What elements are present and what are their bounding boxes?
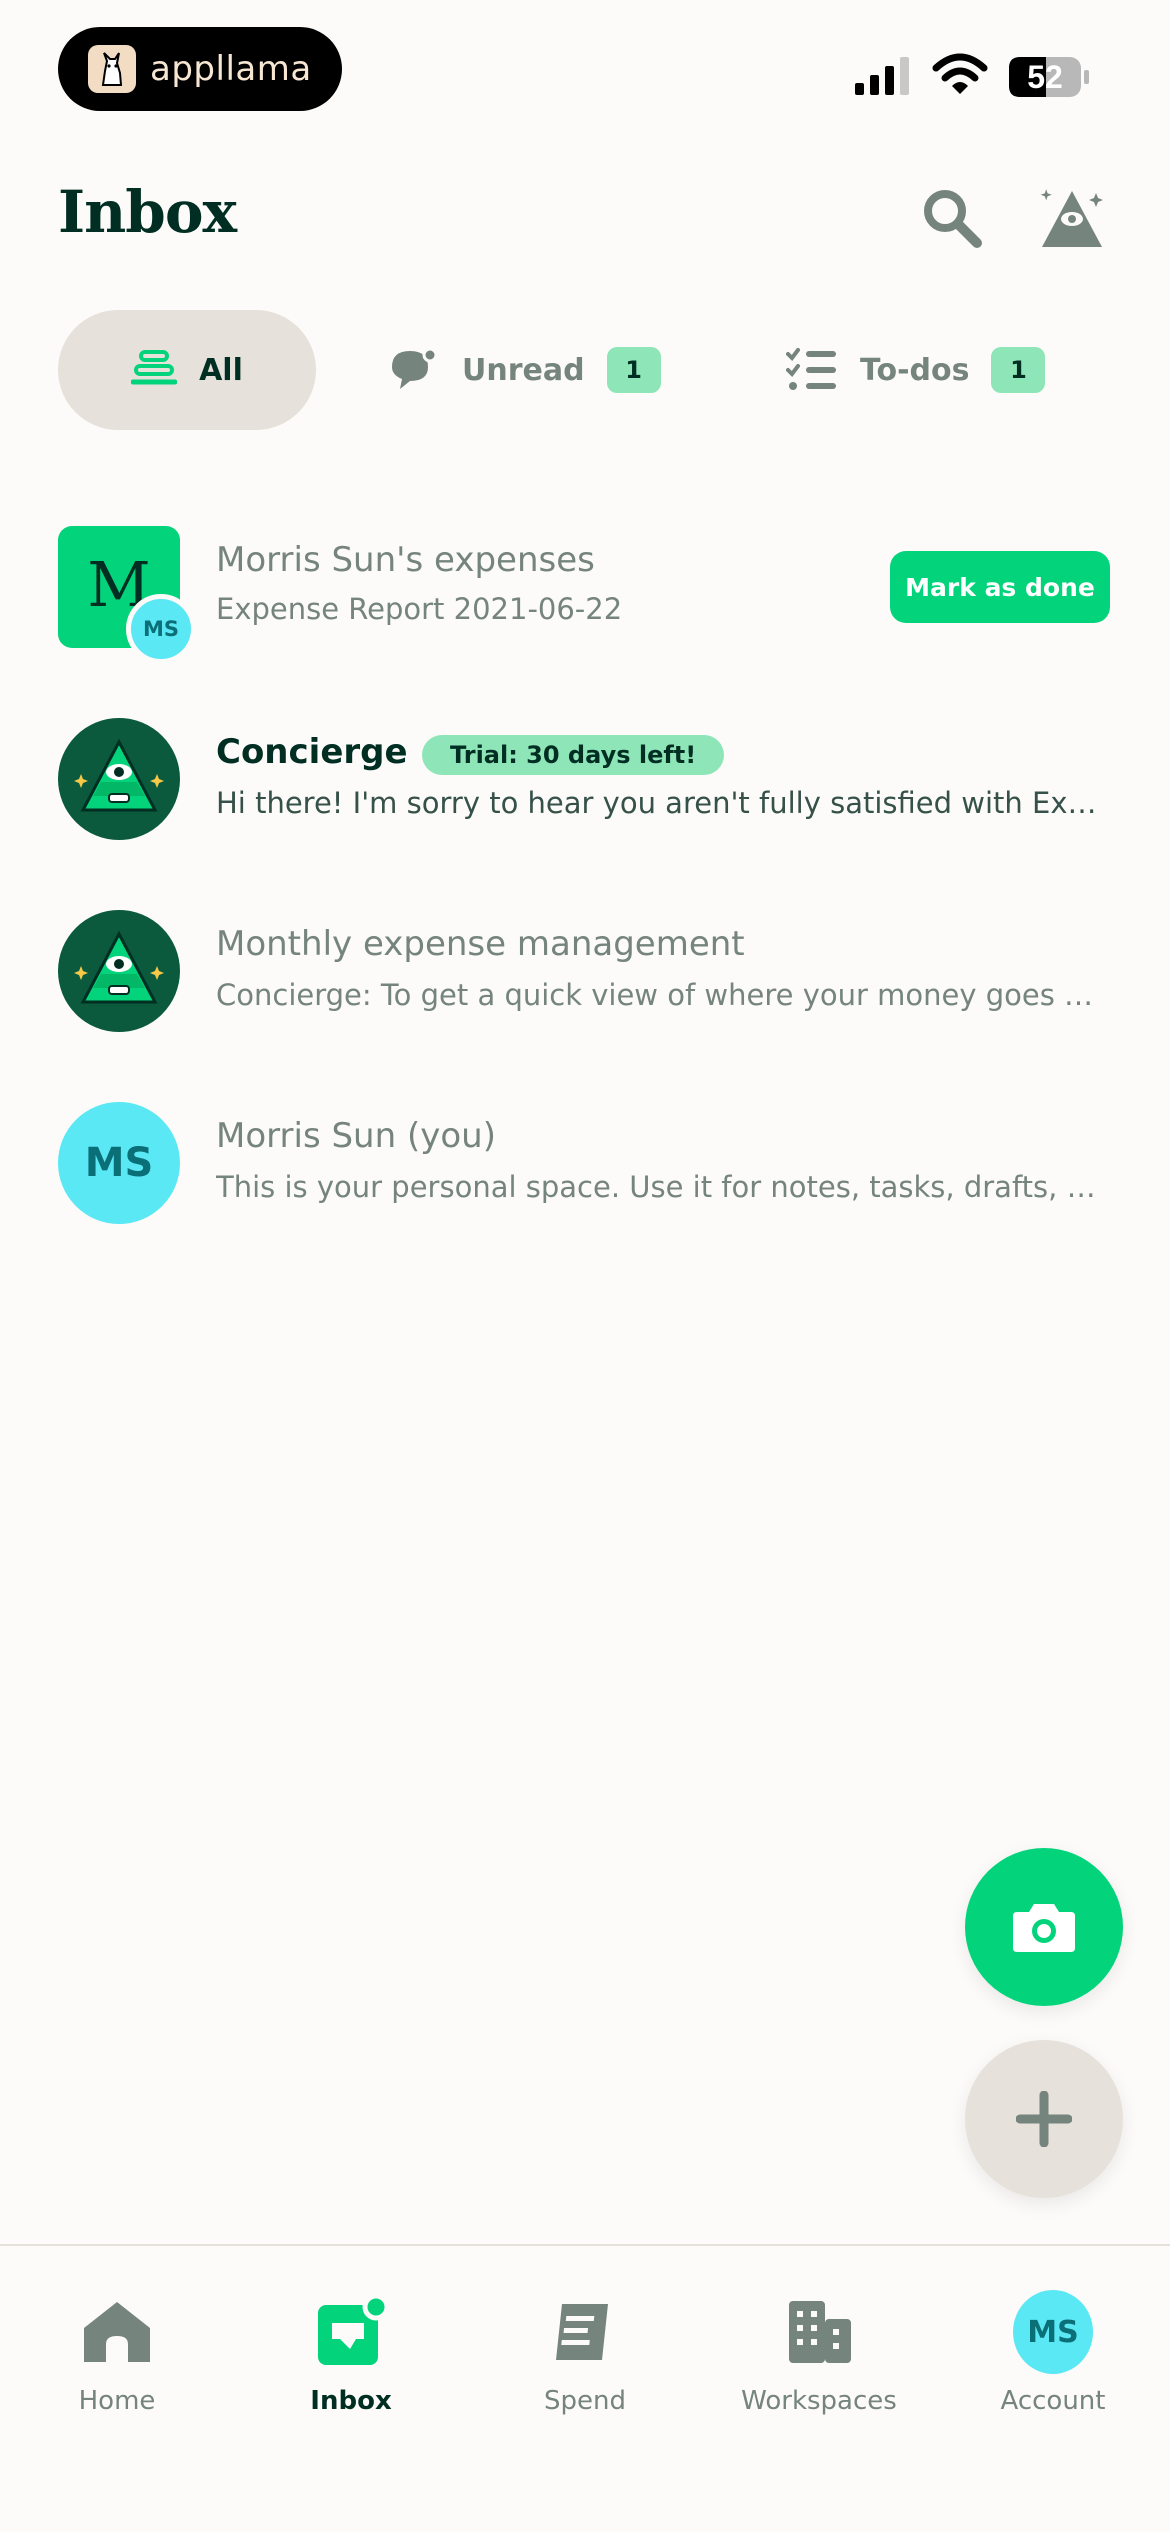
row-subtitle: This is your personal space. Use it for … bbox=[216, 1170, 1106, 1204]
user-avatar-badge: MS bbox=[126, 594, 196, 664]
chat-bubble-icon bbox=[392, 347, 438, 389]
concierge-pyramid-icon bbox=[1040, 189, 1103, 247]
user-avatar: MS bbox=[58, 1102, 180, 1224]
brand-name: appllama bbox=[150, 49, 312, 89]
list-item-expense-report[interactable]: M MS Morris Sun's expenses Expense Repor… bbox=[0, 510, 1170, 664]
page-title: Inbox bbox=[58, 178, 237, 246]
nav-home[interactable]: Home bbox=[0, 2246, 234, 2446]
concierge-avatar bbox=[58, 910, 180, 1032]
stack-icon bbox=[131, 350, 178, 385]
nav-inbox[interactable]: Inbox bbox=[234, 2246, 468, 2446]
concierge-avatar bbox=[58, 718, 180, 840]
nav-workspaces-label: Workspaces bbox=[741, 2386, 897, 2416]
row-subtitle: Hi there! I'm sorry to hear you aren't f… bbox=[216, 786, 1106, 820]
row-title: Morris Sun (you) bbox=[216, 1116, 496, 1156]
concierge-pyramid-icon bbox=[74, 738, 164, 812]
battery-indicator: 52 bbox=[1008, 56, 1090, 98]
search-icon bbox=[924, 190, 982, 248]
row-subtitle: Concierge: To get a quick view of where … bbox=[216, 978, 1106, 1012]
create-button[interactable] bbox=[965, 2040, 1123, 2198]
concierge-button[interactable] bbox=[1032, 178, 1112, 258]
tab-todos[interactable]: To-dos 1 bbox=[786, 310, 1086, 430]
list-item-monthly-expense[interactable]: Monthly expense management Concierge: To… bbox=[0, 894, 1170, 1044]
nav-workspaces[interactable]: Workspaces bbox=[702, 2246, 936, 2446]
list-item-personal-space[interactable]: MS Morris Sun (you) This is your persona… bbox=[0, 1086, 1170, 1236]
battery-level: 52 bbox=[1027, 59, 1063, 95]
user-avatar-initials: MS bbox=[84, 1140, 154, 1186]
inbox-icon bbox=[311, 2292, 391, 2372]
nav-spend-label: Spend bbox=[544, 2386, 626, 2416]
account-avatar: MS bbox=[1013, 2290, 1093, 2374]
row-title: Monthly expense management bbox=[216, 924, 745, 964]
llama-logo-icon bbox=[88, 45, 136, 93]
tab-unread[interactable]: Unread 1 bbox=[386, 310, 676, 430]
brand-pill: appllama bbox=[58, 27, 342, 111]
tab-all[interactable]: All bbox=[58, 310, 316, 430]
bottom-navigation: Home Inbox Spend Workspaces MS Account bbox=[0, 2244, 1170, 2532]
todos-count-badge: 1 bbox=[991, 347, 1046, 393]
nav-inbox-label: Inbox bbox=[310, 2386, 392, 2416]
nav-spend[interactable]: Spend bbox=[468, 2246, 702, 2446]
status-bar: appllama 52 bbox=[0, 0, 1170, 140]
tab-all-label: All bbox=[199, 352, 243, 388]
list-item-concierge[interactable]: Concierge Trial: 30 days left! Hi there!… bbox=[0, 702, 1170, 852]
account-avatar-initials: MS bbox=[1027, 2314, 1079, 2350]
cellular-signal-icon bbox=[855, 57, 909, 95]
home-icon bbox=[77, 2292, 157, 2372]
plus-icon bbox=[1016, 2091, 1072, 2147]
checklist-icon bbox=[786, 348, 836, 390]
user-avatar-badge-initials: MS bbox=[142, 617, 180, 641]
unread-count-badge: 1 bbox=[606, 347, 661, 393]
building-icon bbox=[779, 2292, 859, 2372]
mark-as-done-button[interactable]: Mark as done bbox=[890, 551, 1110, 623]
trial-badge: Trial: 30 days left! bbox=[422, 735, 725, 775]
trial-badge-label: Trial: 30 days left! bbox=[450, 741, 697, 769]
camera-icon bbox=[1013, 1904, 1075, 1952]
search-button[interactable] bbox=[912, 178, 992, 258]
row-subtitle: Expense Report 2021-06-22 bbox=[216, 592, 623, 626]
tab-unread-label: Unread bbox=[462, 352, 585, 388]
nav-home-label: Home bbox=[78, 2386, 156, 2416]
row-title: Morris Sun's expenses bbox=[216, 540, 595, 580]
tab-todos-label: To-dos bbox=[860, 352, 970, 388]
row-title: Concierge bbox=[216, 732, 408, 772]
nav-account-label: Account bbox=[1000, 2386, 1106, 2416]
nav-account[interactable]: MS Account bbox=[936, 2246, 1170, 2446]
mark-as-done-label: Mark as done bbox=[905, 572, 1095, 602]
wifi-icon bbox=[932, 53, 988, 94]
scan-receipt-button[interactable] bbox=[965, 1848, 1123, 2006]
receipt-icon bbox=[545, 2292, 625, 2372]
concierge-pyramid-icon bbox=[74, 930, 164, 1004]
